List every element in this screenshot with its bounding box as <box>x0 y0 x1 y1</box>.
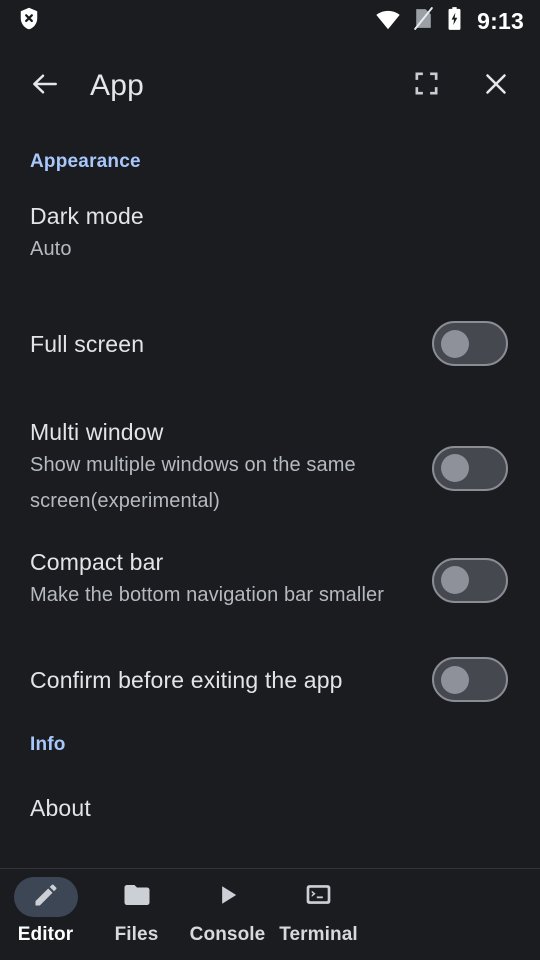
nav-pill-console <box>196 877 260 917</box>
shield-x-icon <box>16 6 42 37</box>
fullscreen-button[interactable] <box>404 64 448 108</box>
bottom-navigation-bar: Editor Files Console Terminal <box>0 869 540 960</box>
toggle-thumb <box>441 454 469 482</box>
setting-row-confirm-exit[interactable]: Confirm before exiting the app <box>0 657 540 702</box>
fullscreen-icon <box>412 69 441 103</box>
section-header-appearance: Appearance <box>30 151 141 172</box>
battery-charging-icon <box>446 6 463 37</box>
toggle-thumb <box>441 665 469 694</box>
arrow-left-icon <box>29 68 61 105</box>
toggle-full-screen[interactable] <box>432 321 508 366</box>
back-button[interactable] <box>22 63 68 109</box>
setting-title-multi-window: Multi window <box>30 419 164 445</box>
nav-label-editor: Editor <box>17 924 74 945</box>
close-icon <box>480 68 512 105</box>
header-actions <box>404 64 518 108</box>
setting-title-dark-mode: Dark mode <box>30 203 144 229</box>
nav-label-terminal: Terminal <box>279 924 358 945</box>
page-title: App <box>90 69 144 102</box>
setting-row-compact-bar[interactable]: Compact bar Make the bottom navigation b… <box>0 547 540 613</box>
setting-title-full-screen: Full screen <box>30 330 145 357</box>
nav-item-editor[interactable]: Editor <box>0 877 91 946</box>
setting-texts-compact-bar: Compact bar Make the bottom navigation b… <box>30 547 432 613</box>
setting-texts-full-screen: Full screen <box>30 329 432 359</box>
section-header-info: Info <box>30 734 66 755</box>
folder-icon <box>122 880 152 915</box>
nav-pill-files <box>105 877 169 917</box>
setting-title-confirm-exit: Confirm before exiting the app <box>30 666 343 693</box>
setting-subtitle-compact-bar: Make the bottom navigation bar smaller <box>30 584 384 606</box>
setting-row-multi-window[interactable]: Multi window Show multiple windows on th… <box>0 417 540 519</box>
nav-pill-editor <box>13 877 78 917</box>
status-bar-right: 9:13 <box>375 6 524 37</box>
setting-subtitle-multi-window: Show multiple windows on the same screen… <box>30 454 356 512</box>
setting-row-about[interactable]: About <box>0 786 540 830</box>
setting-texts-multi-window: Multi window Show multiple windows on th… <box>30 417 432 519</box>
sim-off-icon <box>412 6 435 36</box>
nav-item-console[interactable]: Console <box>182 877 273 946</box>
setting-texts-about: About <box>30 793 508 823</box>
toggle-confirm-exit[interactable] <box>432 657 508 702</box>
toggle-multi-window[interactable] <box>432 445 508 491</box>
setting-texts-confirm-exit: Confirm before exiting the app <box>30 665 432 695</box>
status-bar-clock: 9:13 <box>477 7 524 34</box>
status-bar-left <box>16 6 42 37</box>
setting-title-about: About <box>30 795 91 821</box>
toggle-compact-bar[interactable] <box>432 557 508 603</box>
close-button[interactable] <box>474 64 518 108</box>
wifi-icon <box>375 6 401 37</box>
toggle-thumb <box>441 329 469 358</box>
status-bar: 9:13 <box>0 0 540 42</box>
nav-item-files[interactable]: Files <box>91 877 182 946</box>
play-icon <box>214 881 242 914</box>
setting-row-dark-mode[interactable]: Dark mode Auto <box>0 201 540 267</box>
nav-label-console: Console <box>189 924 266 945</box>
settings-scroll-area[interactable]: Appearance Dark mode Auto Full screen Mu… <box>0 122 540 868</box>
nav-label-files: Files <box>114 924 159 945</box>
nav-pill-terminal <box>287 877 351 917</box>
setting-value-dark-mode: Auto <box>30 238 72 260</box>
toggle-thumb <box>441 566 469 594</box>
app-root: 9:13 App Appearance Dark mode Auto Full … <box>0 0 540 960</box>
setting-row-full-screen[interactable]: Full screen <box>0 321 540 366</box>
setting-title-compact-bar: Compact bar <box>30 549 164 575</box>
nav-item-terminal[interactable]: Terminal <box>273 877 364 946</box>
terminal-icon <box>304 880 333 914</box>
app-header: App <box>0 50 540 122</box>
pencil-icon <box>32 881 60 914</box>
